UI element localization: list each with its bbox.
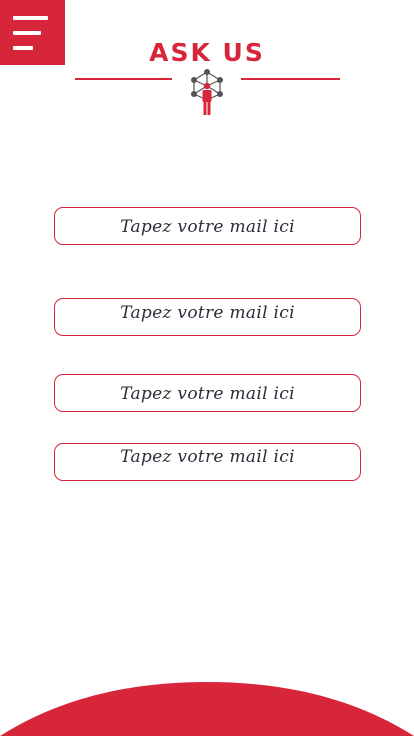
footer-wave (0, 682, 414, 736)
email-field[interactable]: Tapez votre mail ici (54, 443, 361, 481)
title-divider-left (75, 78, 172, 80)
email-field[interactable]: Tapez votre mail ici (54, 374, 361, 412)
email-field-placeholder: Tapez votre mail ici (120, 217, 295, 237)
menu-icon-line (13, 16, 48, 20)
email-field-placeholder: Tapez votre mail ici (120, 447, 295, 467)
network-person-icon (191, 69, 223, 115)
email-field[interactable]: Tapez votre mail ici (54, 207, 361, 245)
email-field-placeholder: Tapez votre mail ici (120, 303, 295, 323)
email-field[interactable]: Tapez votre mail ici (54, 298, 361, 336)
menu-icon-line (13, 31, 41, 35)
title-divider-right (241, 78, 340, 80)
ask-us-page: ASK US Tapez votre mail ici Tapez votre … (0, 0, 414, 736)
email-field-placeholder: Tapez votre mail ici (120, 384, 295, 404)
page-title: ASK US (149, 38, 265, 67)
